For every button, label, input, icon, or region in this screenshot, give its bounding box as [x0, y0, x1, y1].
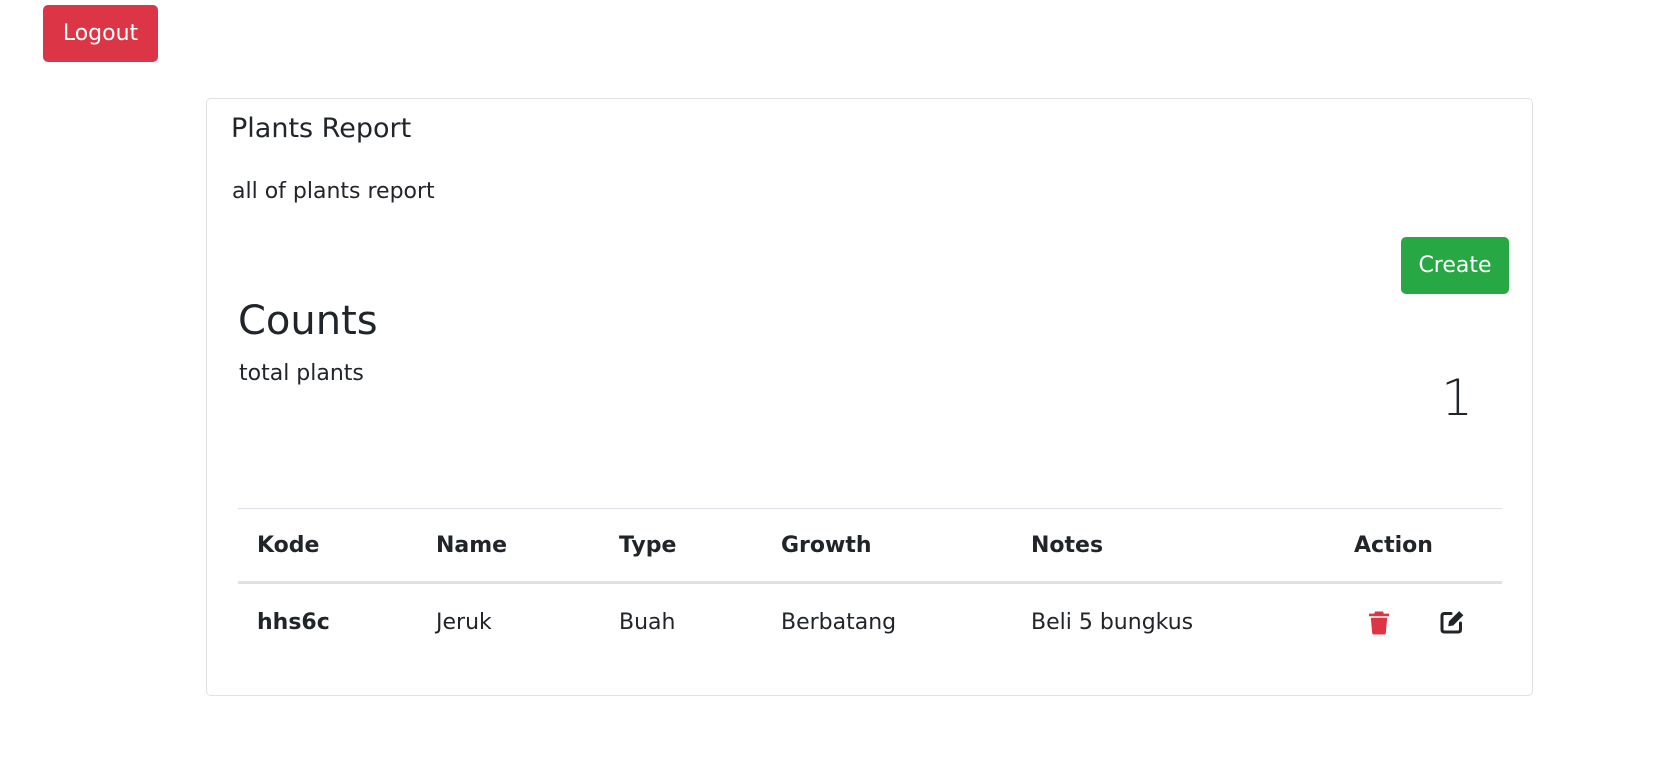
counts-label: total plants — [239, 361, 364, 386]
table-header: Kode Name Type Growth Notes Action — [238, 508, 1502, 583]
logout-button[interactable]: Logout — [43, 5, 158, 62]
table-header-row: Kode Name Type Growth Notes Action — [238, 508, 1502, 583]
delete-button[interactable] — [1365, 608, 1393, 636]
counts-heading: Counts — [238, 298, 378, 344]
cell-notes: Beli 5 bungkus — [1031, 609, 1194, 635]
cell-type: Buah — [619, 609, 676, 635]
cell-name: Jeruk — [436, 609, 492, 635]
cell-growth: Berbatang — [781, 609, 897, 635]
plants-report-card: Plants Report all of plants report Creat… — [206, 98, 1533, 696]
column-header-growth: Growth — [781, 532, 872, 558]
table-row: hhs6c Jeruk Buah Berbatang Beli 5 bungku… — [238, 583, 1502, 661]
edit-icon — [1440, 611, 1464, 634]
column-header-kode: Kode — [257, 532, 320, 558]
card-subtitle: all of plants report — [232, 179, 435, 204]
column-header-name: Name — [436, 532, 508, 558]
column-header-notes: Notes — [1031, 532, 1104, 558]
plants-table: Kode Name Type Growth Notes Action hhs6c… — [238, 508, 1502, 661]
create-button[interactable]: Create — [1401, 237, 1509, 294]
column-header-type: Type — [619, 532, 677, 558]
cell-action — [1335, 583, 1502, 661]
edit-button[interactable] — [1438, 608, 1466, 636]
trash-icon — [1369, 611, 1389, 635]
cell-kode: hhs6c — [257, 609, 330, 635]
counts-value: 1 — [1441, 369, 1473, 427]
table-body: hhs6c Jeruk Buah Berbatang Beli 5 bungku… — [238, 583, 1502, 661]
card-title: Plants Report — [231, 113, 412, 144]
column-header-action: Action — [1354, 532, 1433, 558]
